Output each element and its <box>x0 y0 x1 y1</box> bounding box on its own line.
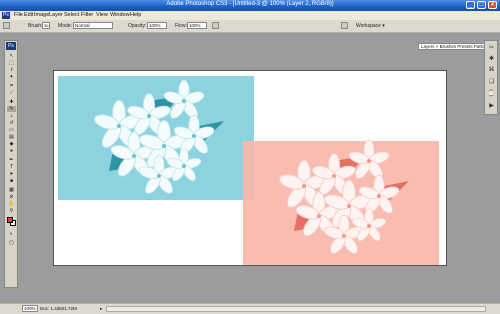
brush-label: Brush: <box>28 23 43 29</box>
eyedropper-icon[interactable]: ⊘ <box>7 194 16 200</box>
zoom-level-field[interactable]: 100% <box>22 305 38 312</box>
window-title: Adobe Photoshop CS3 - [Untitled-3 @ 100%… <box>166 1 334 7</box>
menu-help[interactable]: Help <box>130 12 141 18</box>
brush-size-picker[interactable]: 30 <box>42 22 50 29</box>
mode-label: Mode: <box>58 23 72 29</box>
magic-wand-icon[interactable]: ✦ <box>7 74 16 80</box>
layers-dock-icon[interactable]: ❏ <box>487 78 496 87</box>
workspace-menu[interactable]: Workspace ▾ <box>356 23 385 29</box>
options-bar: Brush: 30 Mode: Normal Opacity: 100% Flo… <box>0 20 500 50</box>
menu-select[interactable]: Select <box>64 12 79 18</box>
document-canvas[interactable] <box>53 70 447 266</box>
pen-icon[interactable]: ✒ <box>7 157 16 163</box>
palette-icon[interactable] <box>341 22 348 29</box>
opacity-field[interactable]: 100% <box>147 22 167 29</box>
palette-well-tabs[interactable]: Layers × Brushes Presets Paths <box>418 43 489 50</box>
blur-icon[interactable]: ◆ <box>7 141 16 147</box>
toolbox: Ps ↖ ⬚ ℓ ✦ ⌗ ⟋ ✚ ✎ ⊥ ↺ ▭ ▤ ◆ ● ✒ T ➤ ■ ▦… <box>4 40 18 288</box>
history-brush-icon[interactable]: ↺ <box>7 120 16 126</box>
menu-layer[interactable]: Layer <box>49 12 63 18</box>
panel-dock: ✂ ✱ ⌘ ❏ ⌚ ▶ <box>484 40 498 115</box>
eraser-icon[interactable]: ▭ <box>7 127 16 133</box>
path-select-icon[interactable]: ➤ <box>7 171 16 177</box>
zoom-icon[interactable]: ⚲ <box>7 208 16 214</box>
photoshop-app-icon[interactable]: Ps <box>2 12 10 19</box>
close-button[interactable]: ✕ <box>488 1 497 9</box>
document-size-info: Doc: 1.43M/1.72M <box>40 306 77 311</box>
brush-icon[interactable]: ✎ <box>7 106 16 112</box>
brush-tool-preset-icon[interactable] <box>3 22 10 29</box>
hand-icon[interactable]: ✋ <box>7 201 16 207</box>
status-menu-arrow-icon[interactable]: ▸ <box>100 306 102 312</box>
quick-mask-icon[interactable]: ◐ <box>7 231 16 237</box>
menu-file[interactable]: File <box>14 12 23 18</box>
lasso-icon[interactable]: ℓ <box>7 67 16 73</box>
shape-icon[interactable]: ■ <box>7 178 16 184</box>
title-bar: Adobe Photoshop CS3 - [Untitled-3 @ 100%… <box>0 0 500 11</box>
tools-dock-icon[interactable]: ✂ <box>487 44 496 53</box>
flow-label: Flow: <box>175 23 187 29</box>
dodge-icon[interactable]: ● <box>7 148 16 154</box>
horizontal-scrollbar[interactable] <box>106 306 486 312</box>
healing-icon[interactable]: ✚ <box>7 99 16 105</box>
actions-dock-icon[interactable]: ▶ <box>487 102 496 111</box>
toolbox-header: Ps <box>6 42 16 50</box>
menu-window[interactable]: Window <box>110 12 130 18</box>
slice-icon[interactable]: ⟋ <box>7 90 16 96</box>
flow-field[interactable]: 100% <box>187 22 207 29</box>
gradient-icon[interactable]: ▤ <box>7 134 16 140</box>
mode-select[interactable]: Normal <box>73 22 113 29</box>
cyan-flower-layer <box>58 76 254 200</box>
marquee-icon[interactable]: ⬚ <box>7 60 16 66</box>
clone-dock-icon[interactable]: ⌘ <box>487 66 496 75</box>
crop-icon[interactable]: ⌗ <box>7 83 16 89</box>
canvas-artwork <box>58 76 439 265</box>
airbrush-icon[interactable] <box>212 22 219 29</box>
menu-edit[interactable]: Edit <box>24 12 33 18</box>
foreground-color-swatch[interactable] <box>7 217 13 223</box>
screen-mode-icon[interactable]: ▢ <box>7 240 16 246</box>
history-dock-icon[interactable]: ⌚ <box>487 90 496 99</box>
status-bar: 100% Doc: 1.43M/1.72M ▸ <box>0 303 500 314</box>
stamp-icon[interactable]: ⊥ <box>7 113 16 119</box>
menu-view[interactable]: View <box>96 12 108 18</box>
opacity-label: Opacity: <box>128 23 147 29</box>
type-icon[interactable]: T <box>7 164 16 170</box>
move-icon[interactable]: ↖ <box>7 53 16 59</box>
menu-image[interactable]: Image <box>34 12 49 18</box>
brushes-dock-icon[interactable]: ✱ <box>487 55 496 64</box>
pink-flower-layer <box>243 139 439 265</box>
maximize-button[interactable]: □ <box>477 1 486 9</box>
notes-icon[interactable]: ▦ <box>7 187 16 193</box>
menu-filter[interactable]: Filter <box>81 12 93 18</box>
minimize-button[interactable]: _ <box>466 1 475 9</box>
